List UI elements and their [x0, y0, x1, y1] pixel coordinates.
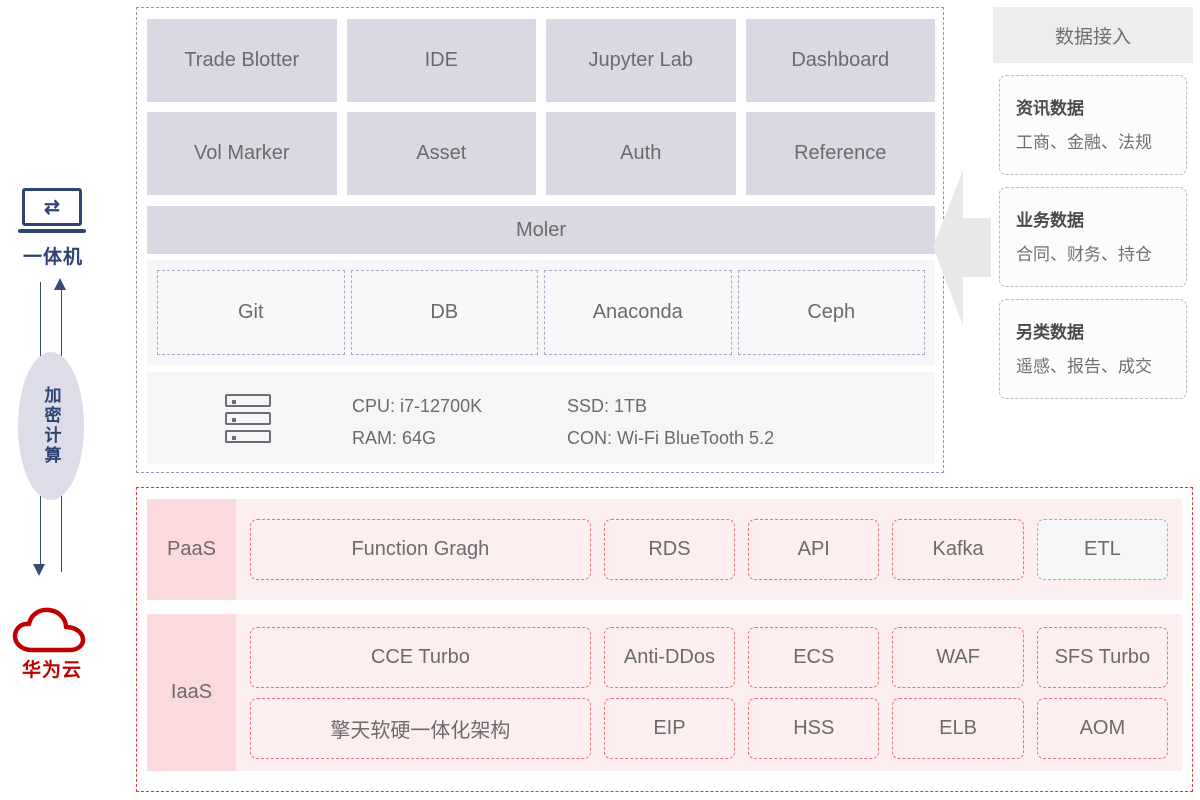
service-box[interactable]: CCE Turbo [250, 626, 591, 688]
service-box[interactable]: Anti-DDos [603, 626, 736, 688]
data-source-title: 另类数据 [1016, 323, 1084, 342]
appliance-panel: Trade Blotter IDE Jupyter Lab Dashboard … [136, 7, 944, 473]
service-row-body: CCE Turbo Anti-DDos ECS WAF SFS Turbo 擎天… [236, 614, 1182, 771]
service-box[interactable]: ELB [892, 697, 1024, 759]
sync-arrows-glyph: ⇄ [44, 196, 60, 218]
cloud-services-panel: PaaS Function Gragh RDS API Kafka ETL Ia… [136, 487, 1193, 792]
data-ingest-title: 数据接入 [993, 7, 1193, 63]
spec-value: 64G [402, 428, 437, 448]
app-card[interactable]: Asset [346, 112, 536, 195]
service-box[interactable]: ECS [748, 626, 880, 688]
app-card[interactable]: Jupyter Lab [546, 19, 736, 102]
component-card[interactable]: Git [157, 270, 345, 355]
service-box[interactable]: AOM [1036, 697, 1169, 759]
spec-label: SSD: [567, 396, 610, 416]
spec-cpu: CPU: i7-12700K [352, 396, 567, 417]
server-icon [225, 394, 273, 444]
encrypted-compute-badge: 加密计算 [18, 352, 84, 500]
data-source-card[interactable]: 业务数据 合同、财务、持仓 [999, 187, 1187, 287]
application-grid: Trade Blotter IDE Jupyter Lab Dashboard … [147, 19, 935, 195]
service-row-paas: PaaS Function Gragh RDS API Kafka ETL [147, 499, 1182, 600]
service-row-body: Function Gragh RDS API Kafka ETL [236, 499, 1182, 600]
data-source-title: 资讯数据 [1016, 99, 1084, 118]
data-source-subtitle: 合同、财务、持仓 [1016, 245, 1152, 264]
laptop-base [18, 229, 86, 233]
service-box-etl[interactable]: ETL [1036, 519, 1169, 580]
data-source-subtitle: 工商、金融、法规 [1016, 133, 1152, 152]
service-box[interactable]: Function Gragh [250, 519, 591, 580]
server-bay [225, 412, 271, 425]
service-box[interactable]: API [748, 519, 880, 580]
encrypted-compute-label: 加密计算 [41, 386, 61, 466]
app-card[interactable]: Vol Marker [147, 112, 337, 195]
component-card[interactable]: Anaconda [544, 270, 732, 355]
spec-con: CON: Wi-Fi BlueTooth 5.2 [567, 428, 912, 449]
arrow-down-icon [33, 564, 45, 576]
data-source-card[interactable]: 另类数据 遥感、报告、成交 [999, 299, 1187, 399]
app-card[interactable]: IDE [346, 19, 536, 102]
app-card[interactable]: Trade Blotter [147, 19, 337, 102]
arrow-left-icon [933, 170, 991, 325]
spec-ssd: SSD: 1TB [567, 396, 912, 417]
service-row-label: IaaS [147, 614, 236, 771]
platform-bar[interactable]: Moler [147, 206, 935, 254]
spec-ram: RAM: 64G [352, 428, 567, 449]
component-grid: Git DB Anaconda Ceph [157, 270, 925, 355]
service-box[interactable]: EIP [603, 697, 736, 759]
service-box[interactable]: SFS Turbo [1036, 626, 1169, 688]
data-source-card[interactable]: 资讯数据 工商、金融、法规 [999, 75, 1187, 175]
app-card[interactable]: Auth [546, 112, 736, 195]
laptop-screen: ⇄ [22, 188, 82, 226]
app-card[interactable]: Reference [745, 112, 935, 195]
data-source-subtitle: 遥感、报告、成交 [1016, 357, 1152, 376]
laptop-sync-icon: ⇄ [18, 188, 88, 236]
architecture-diagram: ⇄ 一体机 加密计算 华为云 Trade Blotter IDE Jupyter… [0, 0, 1200, 800]
cloud-label: 华为云 [21, 660, 82, 681]
server-bay [225, 394, 271, 407]
service-line: Function Gragh RDS API Kafka ETL [250, 519, 1169, 580]
app-card[interactable]: Dashboard [745, 19, 935, 102]
component-card[interactable]: DB [350, 270, 538, 355]
service-row-label: PaaS [147, 499, 236, 600]
service-box[interactable]: RDS [603, 519, 736, 580]
left-rail: ⇄ 一体机 加密计算 华为云 [0, 0, 110, 800]
service-box[interactable]: HSS [748, 697, 880, 759]
arrow-up-icon [54, 278, 66, 290]
service-line: CCE Turbo Anti-DDos ECS WAF SFS Turbo [250, 626, 1169, 688]
spec-value: Wi-Fi BlueTooth 5.2 [617, 428, 775, 448]
server-bay [225, 430, 271, 443]
data-source-title: 业务数据 [1016, 211, 1084, 230]
cloud-icon [12, 606, 92, 654]
service-box[interactable]: 擎天软硬一体化架构 [250, 697, 591, 759]
spec-label: RAM: [352, 428, 397, 448]
hardware-panel: CPU: i7-12700K SSD: 1TB RAM: 64G CON: Wi… [147, 372, 935, 464]
service-box[interactable]: Kafka [892, 519, 1024, 580]
spec-label: CPU: [352, 396, 396, 416]
device-label: 一体机 [22, 247, 83, 268]
data-ingest-sidebar: 数据接入 资讯数据 工商、金融、法规 业务数据 合同、财务、持仓 另类数据 遥感… [993, 7, 1193, 473]
spec-label: CON: [567, 428, 612, 448]
service-row-iaas: IaaS CCE Turbo Anti-DDos ECS WAF SFS Tur… [147, 614, 1182, 771]
spec-value: i7-12700K [400, 396, 483, 416]
component-card[interactable]: Ceph [737, 270, 925, 355]
service-box[interactable]: WAF [892, 626, 1024, 688]
hardware-specs: CPU: i7-12700K SSD: 1TB RAM: 64G CON: Wi… [352, 396, 912, 449]
service-line: 擎天软硬一体化架构 EIP HSS ELB AOM [250, 697, 1169, 759]
spec-value: 1TB [614, 396, 648, 416]
component-panel: Git DB Anaconda Ceph [147, 260, 935, 365]
